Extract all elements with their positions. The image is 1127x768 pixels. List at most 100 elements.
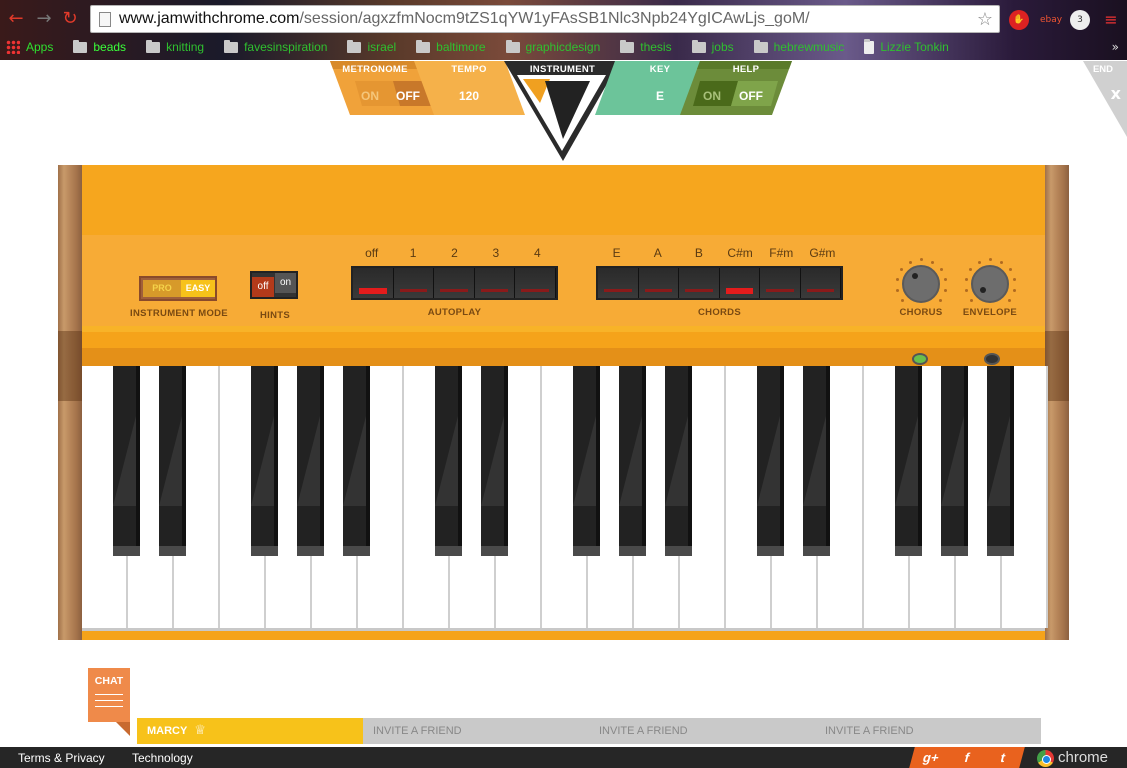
bookmark-folder[interactable]: jobs xyxy=(691,39,734,54)
hints-label: HINTS xyxy=(260,310,290,321)
chat-label: CHAT xyxy=(94,675,124,687)
ebay-icon[interactable]: ebay xyxy=(1040,10,1062,30)
envelope-knob-dial[interactable] xyxy=(971,265,1009,303)
terms-link[interactable]: Terms & Privacy xyxy=(18,751,105,765)
black-key[interactable] xyxy=(941,366,968,556)
invite-friend-button[interactable]: INVITE A FRIEND xyxy=(815,718,1041,744)
bookmark-folder[interactable]: baltimore xyxy=(416,39,486,54)
key-value[interactable]: E xyxy=(615,89,705,103)
key-tab[interactable]: KEY E xyxy=(615,61,705,115)
bookmark-apps[interactable]: Apps xyxy=(6,40,53,54)
chord-button[interactable] xyxy=(760,268,801,298)
bookmark-folder[interactable]: thesis xyxy=(620,39,672,54)
reload-icon[interactable]: ↻ xyxy=(60,9,80,29)
bookmark-folder[interactable]: knitting xyxy=(146,39,204,54)
chrome-brand: chrome xyxy=(1058,749,1109,766)
key-shine xyxy=(803,416,826,506)
black-key[interactable] xyxy=(987,366,1014,556)
chorus-knob-dial[interactable] xyxy=(902,265,940,303)
bottom-rail xyxy=(82,631,1045,640)
led-indicator xyxy=(806,289,834,292)
black-key[interactable] xyxy=(113,366,140,556)
address-bar[interactable]: www.jamwithchrome.com/session/agxzfmNocm… xyxy=(90,5,1000,33)
black-key[interactable] xyxy=(251,366,278,556)
chord-button[interactable] xyxy=(598,268,639,298)
wood-band xyxy=(1045,331,1069,401)
autoplay-option-label: 3 xyxy=(492,246,500,260)
bookmark-folder[interactable]: favesinspiration xyxy=(224,39,327,54)
key-shine xyxy=(251,416,274,506)
back-icon[interactable]: ← xyxy=(6,9,26,29)
autoplay-button[interactable] xyxy=(515,268,556,298)
close-icon[interactable]: x xyxy=(1111,84,1121,103)
chord-button[interactable] xyxy=(719,268,760,298)
chord-button[interactable] xyxy=(800,268,841,298)
black-key[interactable] xyxy=(803,366,830,556)
chord-button[interactable] xyxy=(679,268,720,298)
bookmark-page[interactable]: Lizzie Tonkin xyxy=(864,38,949,54)
knob-tick xyxy=(944,289,948,293)
bookmark-label: baltimore xyxy=(436,40,486,54)
black-key[interactable] xyxy=(619,366,646,556)
browser-toolbar: ← → ↻ www.jamwithchrome.com/session/agxz… xyxy=(0,0,1127,60)
help-on[interactable]: ON xyxy=(703,89,721,103)
extension-icon[interactable]: 3 xyxy=(1070,10,1090,30)
bookmark-star-icon[interactable]: ☆ xyxy=(977,9,993,30)
black-key[interactable] xyxy=(159,366,186,556)
black-key[interactable] xyxy=(343,366,370,556)
bookmark-folder[interactable]: graphicdesign xyxy=(505,39,600,54)
tempo-value[interactable]: 120 xyxy=(424,89,514,103)
more-bookmarks-icon[interactable]: » xyxy=(1112,40,1119,54)
led-indicator xyxy=(521,289,549,292)
help-off[interactable]: OFF xyxy=(739,89,763,103)
autoplay-button[interactable] xyxy=(474,268,516,298)
invite-friend-button[interactable]: INVITE A FRIEND xyxy=(589,718,815,744)
key-shine xyxy=(665,416,688,506)
bookmark-label: Apps xyxy=(26,40,54,54)
instrument-tab[interactable]: INSTRUMENT xyxy=(505,61,620,115)
bookmark-folder[interactable]: hebrewmusic xyxy=(753,39,844,54)
instrument-mode-switch[interactable]: PRO EASY xyxy=(139,276,217,301)
black-key[interactable] xyxy=(573,366,600,556)
metronome-tab[interactable]: METRONOME ON OFF xyxy=(330,61,420,115)
autoplay-button[interactable] xyxy=(393,268,435,298)
metronome-on[interactable]: ON xyxy=(361,89,379,103)
chord-option-label: C#m xyxy=(727,246,753,260)
autoplay-button[interactable] xyxy=(353,268,394,298)
invite-friend-button[interactable]: INVITE A FRIEND xyxy=(363,718,589,744)
led-indicator xyxy=(480,289,509,292)
forward-icon[interactable]: → xyxy=(34,9,54,29)
knob-tick xyxy=(895,289,899,293)
technology-link[interactable]: Technology xyxy=(132,751,193,765)
black-key[interactable] xyxy=(895,366,922,556)
tempo-tab[interactable]: TEMPO 120 xyxy=(424,61,514,115)
hints-switch[interactable]: off on xyxy=(250,271,298,299)
black-key[interactable] xyxy=(481,366,508,556)
black-key[interactable] xyxy=(665,366,692,556)
chord-button[interactable] xyxy=(638,268,679,298)
metronome-off[interactable]: OFF xyxy=(396,89,420,103)
mode-easy[interactable]: EASY xyxy=(181,280,215,297)
twitter-icon[interactable]: t xyxy=(981,747,1025,768)
black-key[interactable] xyxy=(757,366,784,556)
help-tab[interactable]: HELP ON OFF xyxy=(700,61,792,115)
key-rail xyxy=(82,332,1045,348)
envelope-knob[interactable] xyxy=(962,258,1018,309)
knob-tick xyxy=(978,260,982,264)
bookmark-folder[interactable]: beads xyxy=(73,39,126,54)
bookmark-folder[interactable]: israel xyxy=(347,39,396,54)
folder-icon xyxy=(73,39,88,53)
chat-button[interactable]: CHAT xyxy=(88,668,130,736)
adblock-icon[interactable]: ✋ xyxy=(1009,10,1029,30)
hints-on[interactable]: on xyxy=(275,273,296,293)
led-indicator xyxy=(359,288,387,294)
hints-off[interactable]: off xyxy=(252,277,274,297)
end-session-button[interactable]: END x xyxy=(1083,61,1127,137)
chorus-knob[interactable] xyxy=(893,258,949,309)
autoplay-button[interactable] xyxy=(434,268,475,298)
black-key[interactable] xyxy=(435,366,462,556)
mode-pro[interactable]: PRO xyxy=(143,280,181,297)
folder-icon xyxy=(146,39,161,53)
menu-icon[interactable]: ≡ xyxy=(1101,10,1121,30)
black-key[interactable] xyxy=(297,366,324,556)
